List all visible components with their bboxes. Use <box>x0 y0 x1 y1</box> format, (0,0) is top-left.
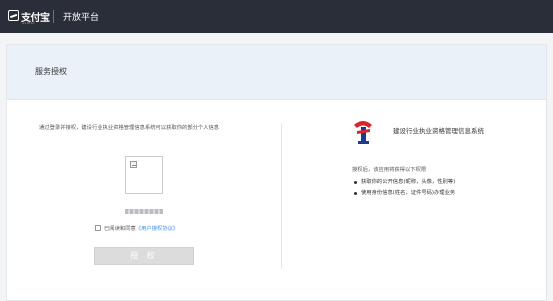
agreement-row: 已阅读和同意 《用户授权协议》 <box>95 224 178 232</box>
list-item: 使用身份信息(姓名，证件号码)办理业务 <box>352 188 455 199</box>
brand-subtitle: ALIPAY <box>22 21 36 25</box>
masked-username <box>125 209 163 214</box>
authorization-card: 服务授权 通过登录并授权，建设行业执业资格管理信息系统可以获取你的部分个人信息 … <box>6 44 547 301</box>
bullet-icon <box>354 181 357 184</box>
authorize-button[interactable]: 授 权 <box>94 247 194 265</box>
list-item: 获取你的公开信息(昵称，头像，性别等) <box>352 177 455 188</box>
card-header: 服务授权 <box>7 45 546 100</box>
top-navigation-bar: 支付宝 ALIPAY 开放平台 <box>0 0 553 33</box>
permission-intro: 授权后，该应用将获得以下权限 <box>352 167 427 173</box>
user-agreement-link[interactable]: 《用户授权协议》 <box>136 224 178 232</box>
qr-code-image <box>125 156 163 194</box>
permission-text: 获取你的公开信息(昵称，头像，性别等) <box>361 179 456 185</box>
broken-image-icon <box>130 161 137 168</box>
permission-list: 获取你的公开信息(昵称，头像，性别等) 使用身份信息(姓名，证件号码)办理业务 <box>352 177 455 199</box>
system-name: 建设行业执业资格管理信息系统 <box>393 127 484 135</box>
vertical-divider <box>281 123 282 269</box>
bullet-icon <box>354 192 357 195</box>
alipay-logo-icon[interactable] <box>8 10 19 21</box>
page-title: 服务授权 <box>35 67 67 76</box>
platform-title[interactable]: 开放平台 <box>63 10 99 23</box>
agree-checkbox[interactable] <box>95 225 101 231</box>
construction-logo-icon <box>354 121 372 144</box>
topbar-divider <box>53 10 54 23</box>
authorization-description: 通过登录并授权，建设行业执业资格管理信息系统可以获取你的部分个人信息 <box>39 125 220 131</box>
permission-text: 使用身份信息(姓名，证件号码)办理业务 <box>361 190 456 196</box>
agree-label: 已阅读和同意 <box>104 226 136 232</box>
